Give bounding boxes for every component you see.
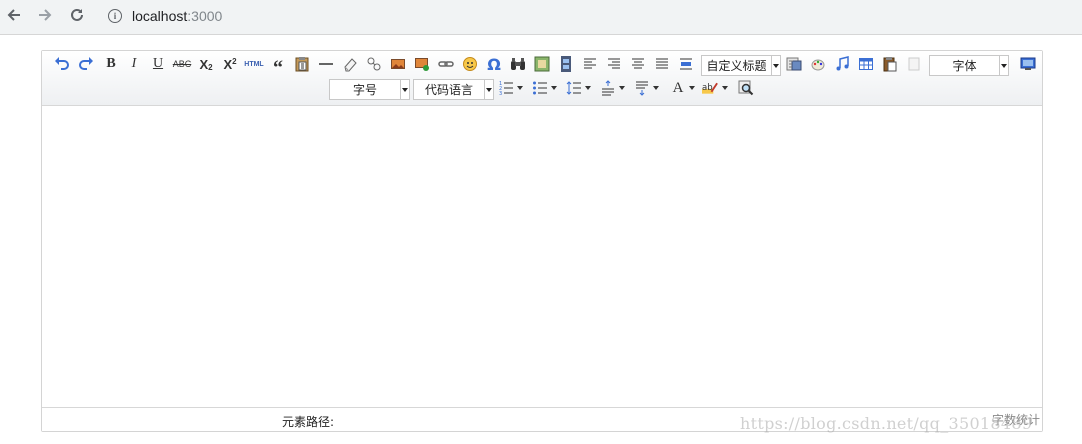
font-family-select[interactable]: 字体 <box>929 55 1009 76</box>
insert-table-icon[interactable] <box>856 54 876 74</box>
insert-image-icon[interactable] <box>388 54 408 74</box>
subscript-label: X <box>199 56 209 72</box>
paragraph-format-value: 自定义标题 <box>706 59 767 73</box>
paste-icon[interactable] <box>880 54 900 74</box>
font-size-select[interactable]: 字号 <box>329 79 410 100</box>
chevron-down-icon <box>619 86 625 90</box>
ordered-list-icon: 123 <box>499 81 513 96</box>
special-char-button[interactable]: Ω <box>484 54 504 74</box>
reload-icon[interactable] <box>66 4 88 26</box>
watermark-text: https://blog.csdn.net/qq_35018489 <box>740 414 1033 433</box>
undo-icon[interactable] <box>52 54 72 74</box>
superscript-label: X <box>223 56 233 72</box>
source-html-button[interactable]: HTML <box>244 54 264 74</box>
unordered-list-icon <box>533 81 547 95</box>
preview-magnifier-icon[interactable] <box>736 78 756 98</box>
font-color-label: A <box>672 79 684 96</box>
link-icon[interactable] <box>436 54 456 74</box>
underline-button[interactable]: U <box>148 54 168 74</box>
align-center-icon[interactable] <box>628 54 648 74</box>
editor-toolbar: B I U ABC X2 X2 HTML “ Ω 自定义标题 字体 字号 代码语… <box>42 51 1042 106</box>
chevron-down-icon <box>400 80 409 99</box>
highlighter-icon: ab <box>702 82 718 94</box>
chevron-down-icon <box>585 86 591 90</box>
subscript-small: 2 <box>208 62 213 72</box>
superscript-button[interactable]: X2 <box>220 54 240 74</box>
multi-image-icon[interactable] <box>412 54 432 74</box>
redo-icon[interactable] <box>76 54 96 74</box>
row-spacing-top-button[interactable] <box>600 78 626 98</box>
italic-button[interactable]: I <box>124 54 144 74</box>
chevron-down-icon <box>551 86 557 90</box>
strikethrough-button[interactable]: ABC <box>172 54 192 74</box>
chevron-down-icon <box>771 56 780 75</box>
unordered-list-button[interactable] <box>532 78 558 98</box>
chevron-down-icon <box>689 86 695 90</box>
font-size-value: 字号 <box>352 83 377 97</box>
emoticon-icon[interactable] <box>460 54 480 74</box>
address-bar[interactable]: i localhost:3000 <box>108 6 222 26</box>
search-replace-icon[interactable] <box>508 54 528 74</box>
chevron-down-icon <box>517 86 523 90</box>
site-info-icon[interactable]: i <box>108 9 122 23</box>
align-right-icon[interactable] <box>604 54 624 74</box>
eraser-icon[interactable] <box>340 54 360 74</box>
code-language-value: 代码语言 <box>424 83 473 97</box>
chevron-down-icon <box>999 56 1008 75</box>
url-port: :3000 <box>187 8 223 24</box>
row-spacing-top-icon <box>602 80 614 96</box>
template-icon[interactable] <box>904 54 924 74</box>
editor-content-area[interactable] <box>42 107 1042 407</box>
chevron-down-icon <box>653 86 659 90</box>
font-color-button[interactable]: A <box>670 78 696 98</box>
horizontal-rule-icon[interactable] <box>316 54 336 74</box>
line-height-button[interactable] <box>566 78 592 98</box>
fullscreen-icon[interactable] <box>1018 54 1038 74</box>
url-host: localhost <box>132 8 188 24</box>
back-arrow-icon[interactable] <box>3 4 25 26</box>
music-icon[interactable] <box>832 54 852 74</box>
bold-button[interactable]: B <box>101 54 121 74</box>
align-justify-icon[interactable] <box>652 54 672 74</box>
insert-code-icon[interactable] <box>784 54 804 74</box>
chevron-down-icon <box>722 86 728 90</box>
align-left-icon[interactable] <box>580 54 600 74</box>
insert-frame-icon[interactable] <box>532 54 552 74</box>
paragraph-format-select[interactable]: 自定义标题 <box>701 55 781 76</box>
line-height-icon <box>566 81 581 95</box>
rich-text-editor: B I U ABC X2 X2 HTML “ Ω 自定义标题 字体 字号 代码语… <box>41 50 1043 432</box>
insert-video-icon[interactable] <box>556 54 576 74</box>
code-language-select[interactable]: 代码语言 <box>413 79 494 100</box>
blockquote-button[interactable]: “ <box>268 54 288 79</box>
superscript-small: 2 <box>232 56 237 66</box>
subscript-button[interactable]: X2 <box>196 54 216 74</box>
paste-plain-icon[interactable] <box>292 54 312 74</box>
format-match-icon[interactable] <box>364 54 384 74</box>
chevron-down-icon <box>484 80 493 99</box>
font-family-value: 字体 <box>952 59 977 73</box>
ordered-list-button[interactable]: 123 <box>498 78 524 98</box>
scrawl-icon[interactable] <box>808 54 828 74</box>
svg-text:3: 3 <box>499 91 502 96</box>
row-spacing-bottom-button[interactable] <box>634 78 660 98</box>
browser-toolbar: i localhost:3000 <box>0 0 1082 35</box>
row-spacing-bottom-icon <box>636 81 648 96</box>
page-break-icon[interactable] <box>676 54 696 74</box>
forward-arrow-icon[interactable] <box>34 4 56 26</box>
highlight-color-button[interactable]: ab <box>702 78 728 98</box>
element-path-label: 元素路径: <box>282 415 335 429</box>
